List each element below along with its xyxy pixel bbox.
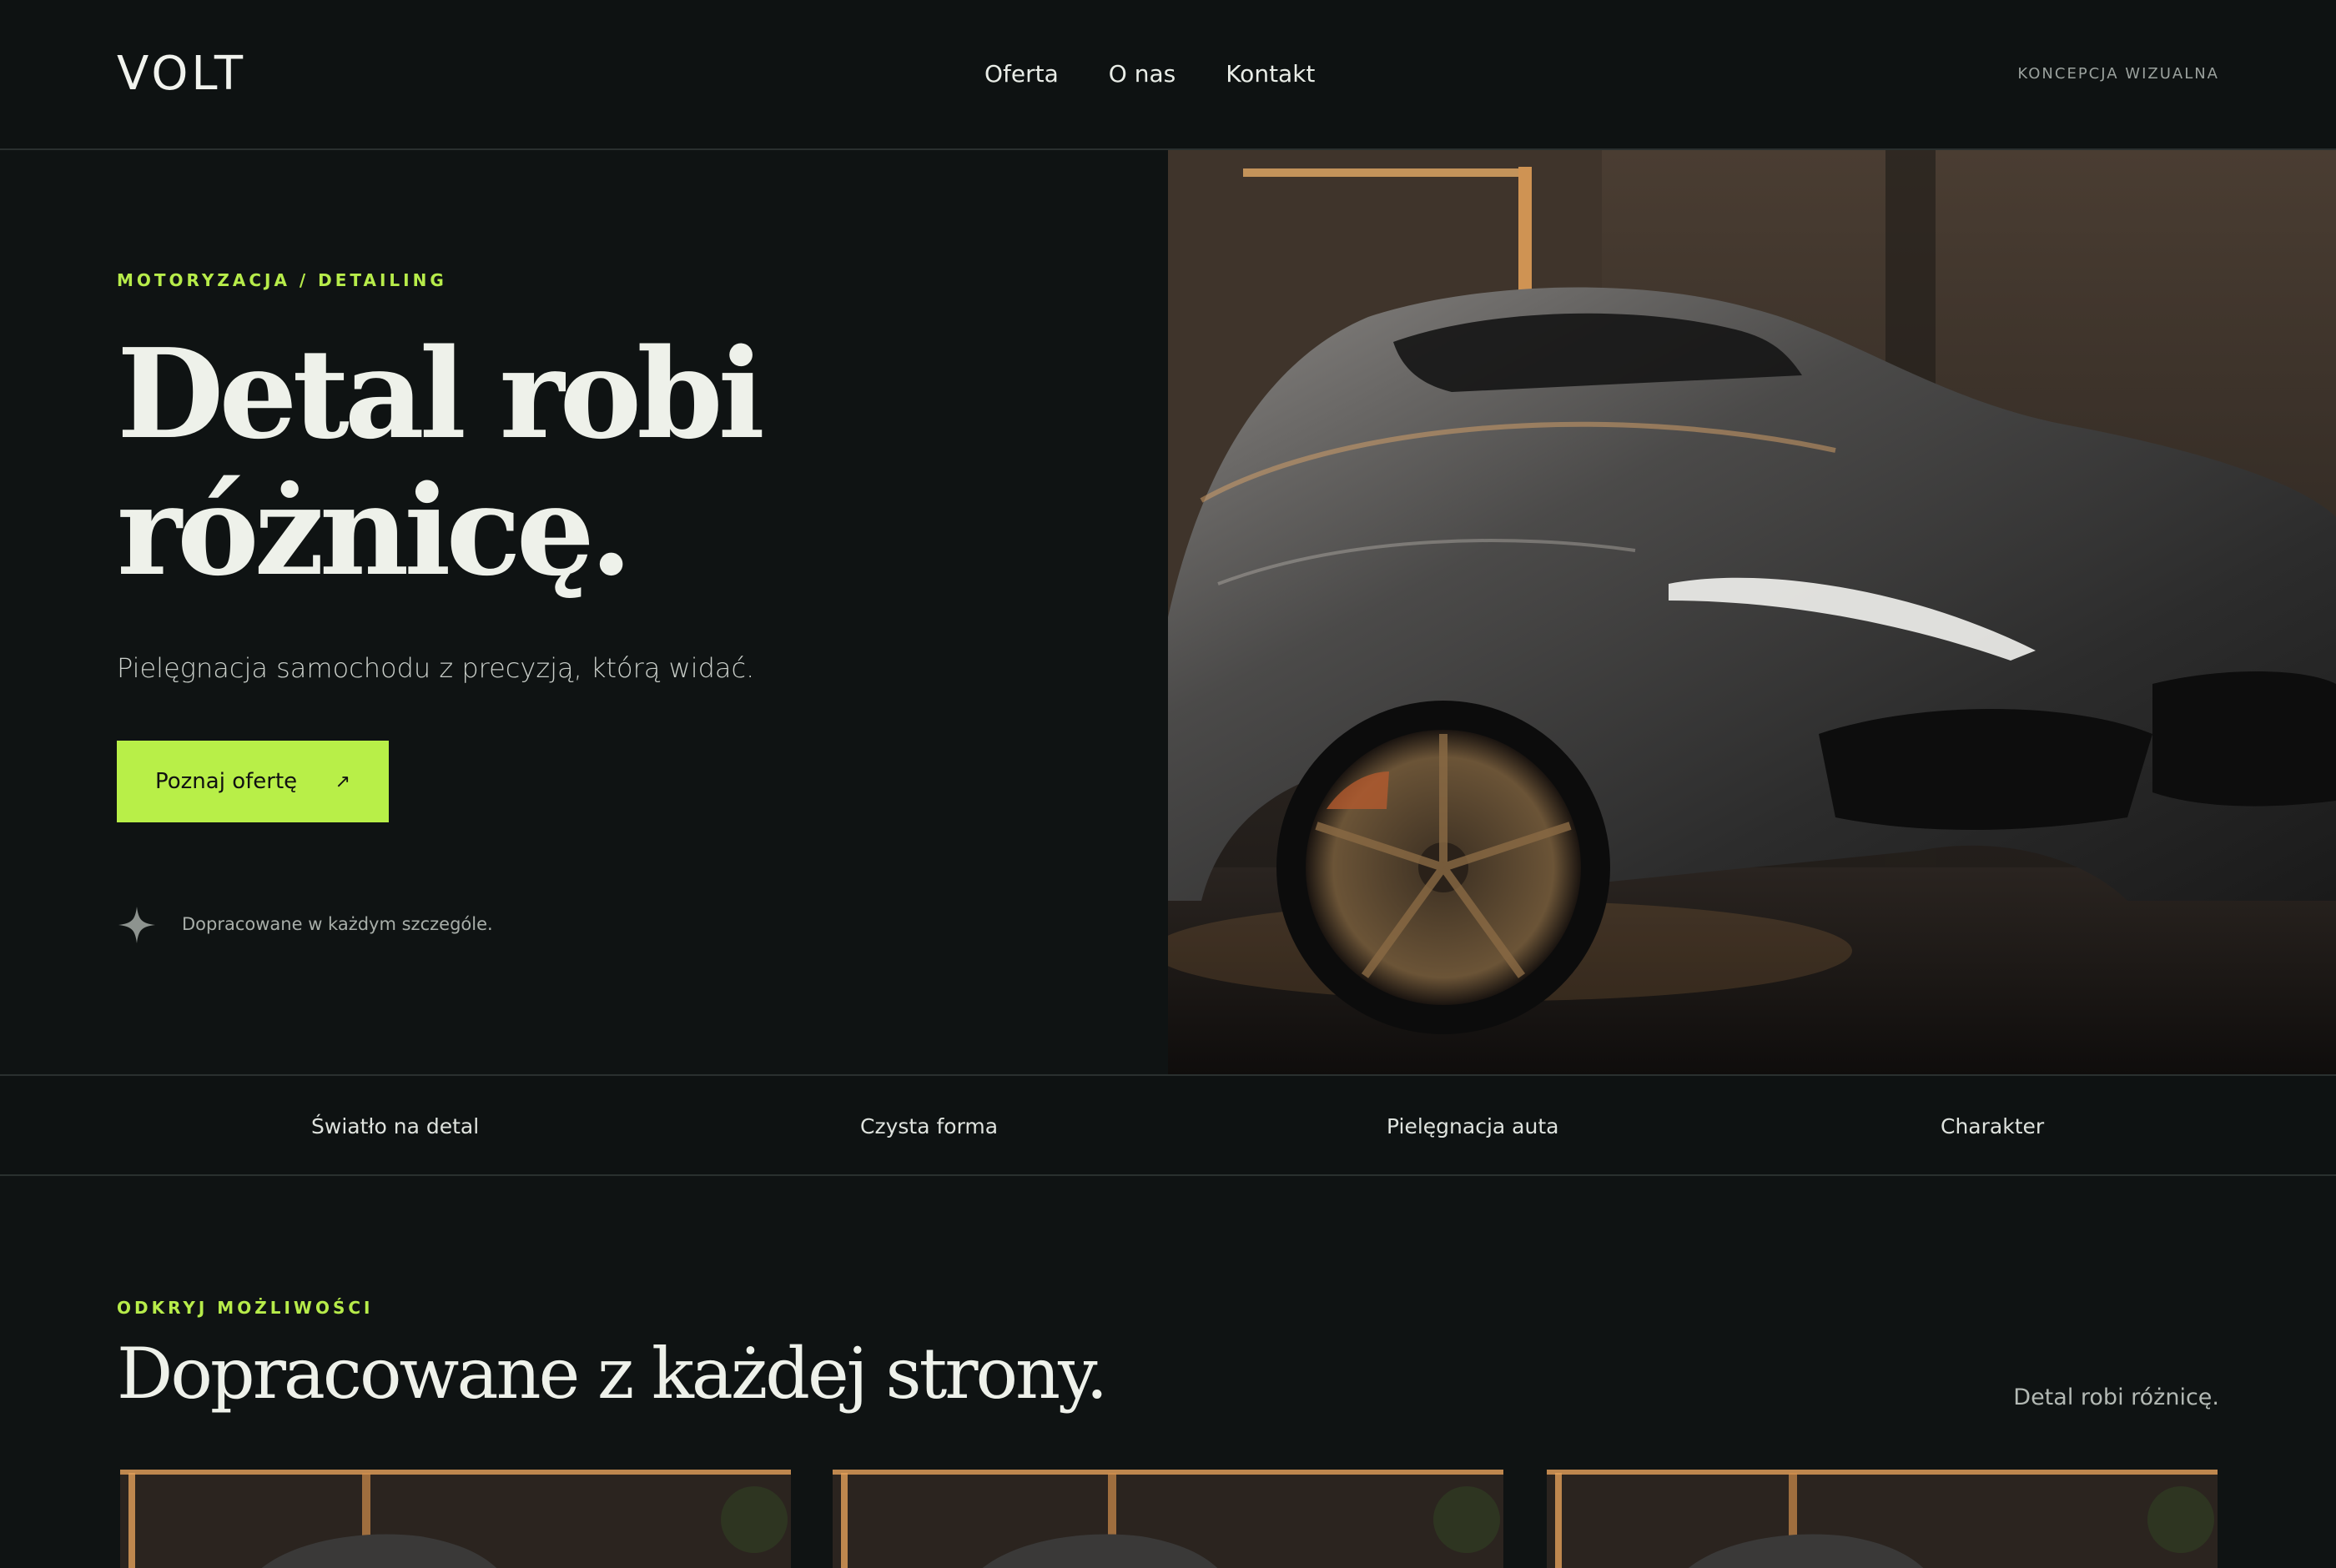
site-header: VOLT Oferta O nas Kontakt KONCEPCJA WIZU… xyxy=(0,0,2336,150)
hero-eyebrow: MOTORYZACJA / DETAILING xyxy=(117,270,447,290)
gallery-card-1[interactable] xyxy=(120,1470,791,1568)
nav-link-o-nas[interactable]: O nas xyxy=(1109,60,1176,88)
logo[interactable]: VOLT xyxy=(117,47,246,101)
section-tagline: Detal robi różnicę. xyxy=(2013,1385,2219,1410)
hero-text-panel: MOTORYZACJA / DETAILING Detal robi różni… xyxy=(0,150,1168,1074)
section-title: Dopracowane z każdej strony. xyxy=(117,1333,1108,1415)
arrow-up-right-icon: ↗ xyxy=(335,771,350,792)
gallery-card-2[interactable] xyxy=(833,1470,1503,1568)
card-car-photo xyxy=(120,1470,791,1568)
quality-note: Dopracowane w każdym szczególe. xyxy=(182,914,493,934)
feature-strip: Światło na detal Czysta forma Pielęgnacj… xyxy=(0,1074,2336,1176)
hero-title: Detal robi różnicę. xyxy=(117,325,1035,599)
strip-item-swiatlo[interactable]: Światło na detal xyxy=(311,1114,479,1138)
sparkle-icon xyxy=(118,907,155,943)
concept-label: KONCEPCJA WIZUALNA xyxy=(2017,65,2219,83)
car-illustration xyxy=(1168,150,2336,1074)
hero-title-line-1: Detal robi xyxy=(117,321,765,466)
hero-car-photo xyxy=(1168,150,2336,1074)
gallery-card-3[interactable] xyxy=(1547,1470,2218,1568)
section-eyebrow: ODKRYJ MOŻLIWOŚCI xyxy=(117,1298,374,1318)
hero-title-line-2: różnicę. xyxy=(117,458,632,603)
cta-button-label: Poznaj ofertę xyxy=(155,769,298,794)
strip-item-pielegnacja[interactable]: Pielęgnacja auta xyxy=(1387,1114,1558,1138)
card-car-photo xyxy=(1547,1470,2218,1568)
nav-link-kontakt[interactable]: Kontakt xyxy=(1226,60,1315,88)
card-car-photo xyxy=(833,1470,1503,1568)
nav-link-oferta[interactable]: Oferta xyxy=(984,60,1059,88)
strip-item-czysta-forma[interactable]: Czysta forma xyxy=(860,1114,998,1138)
main-nav: Oferta O nas Kontakt xyxy=(984,60,1315,88)
strip-item-charakter[interactable]: Charakter xyxy=(1941,1114,2044,1138)
hero-subtitle: Pielęgnacja samochodu z precyzją, którą … xyxy=(117,652,755,684)
cta-button[interactable]: Poznaj ofertę ↗ xyxy=(117,741,389,822)
